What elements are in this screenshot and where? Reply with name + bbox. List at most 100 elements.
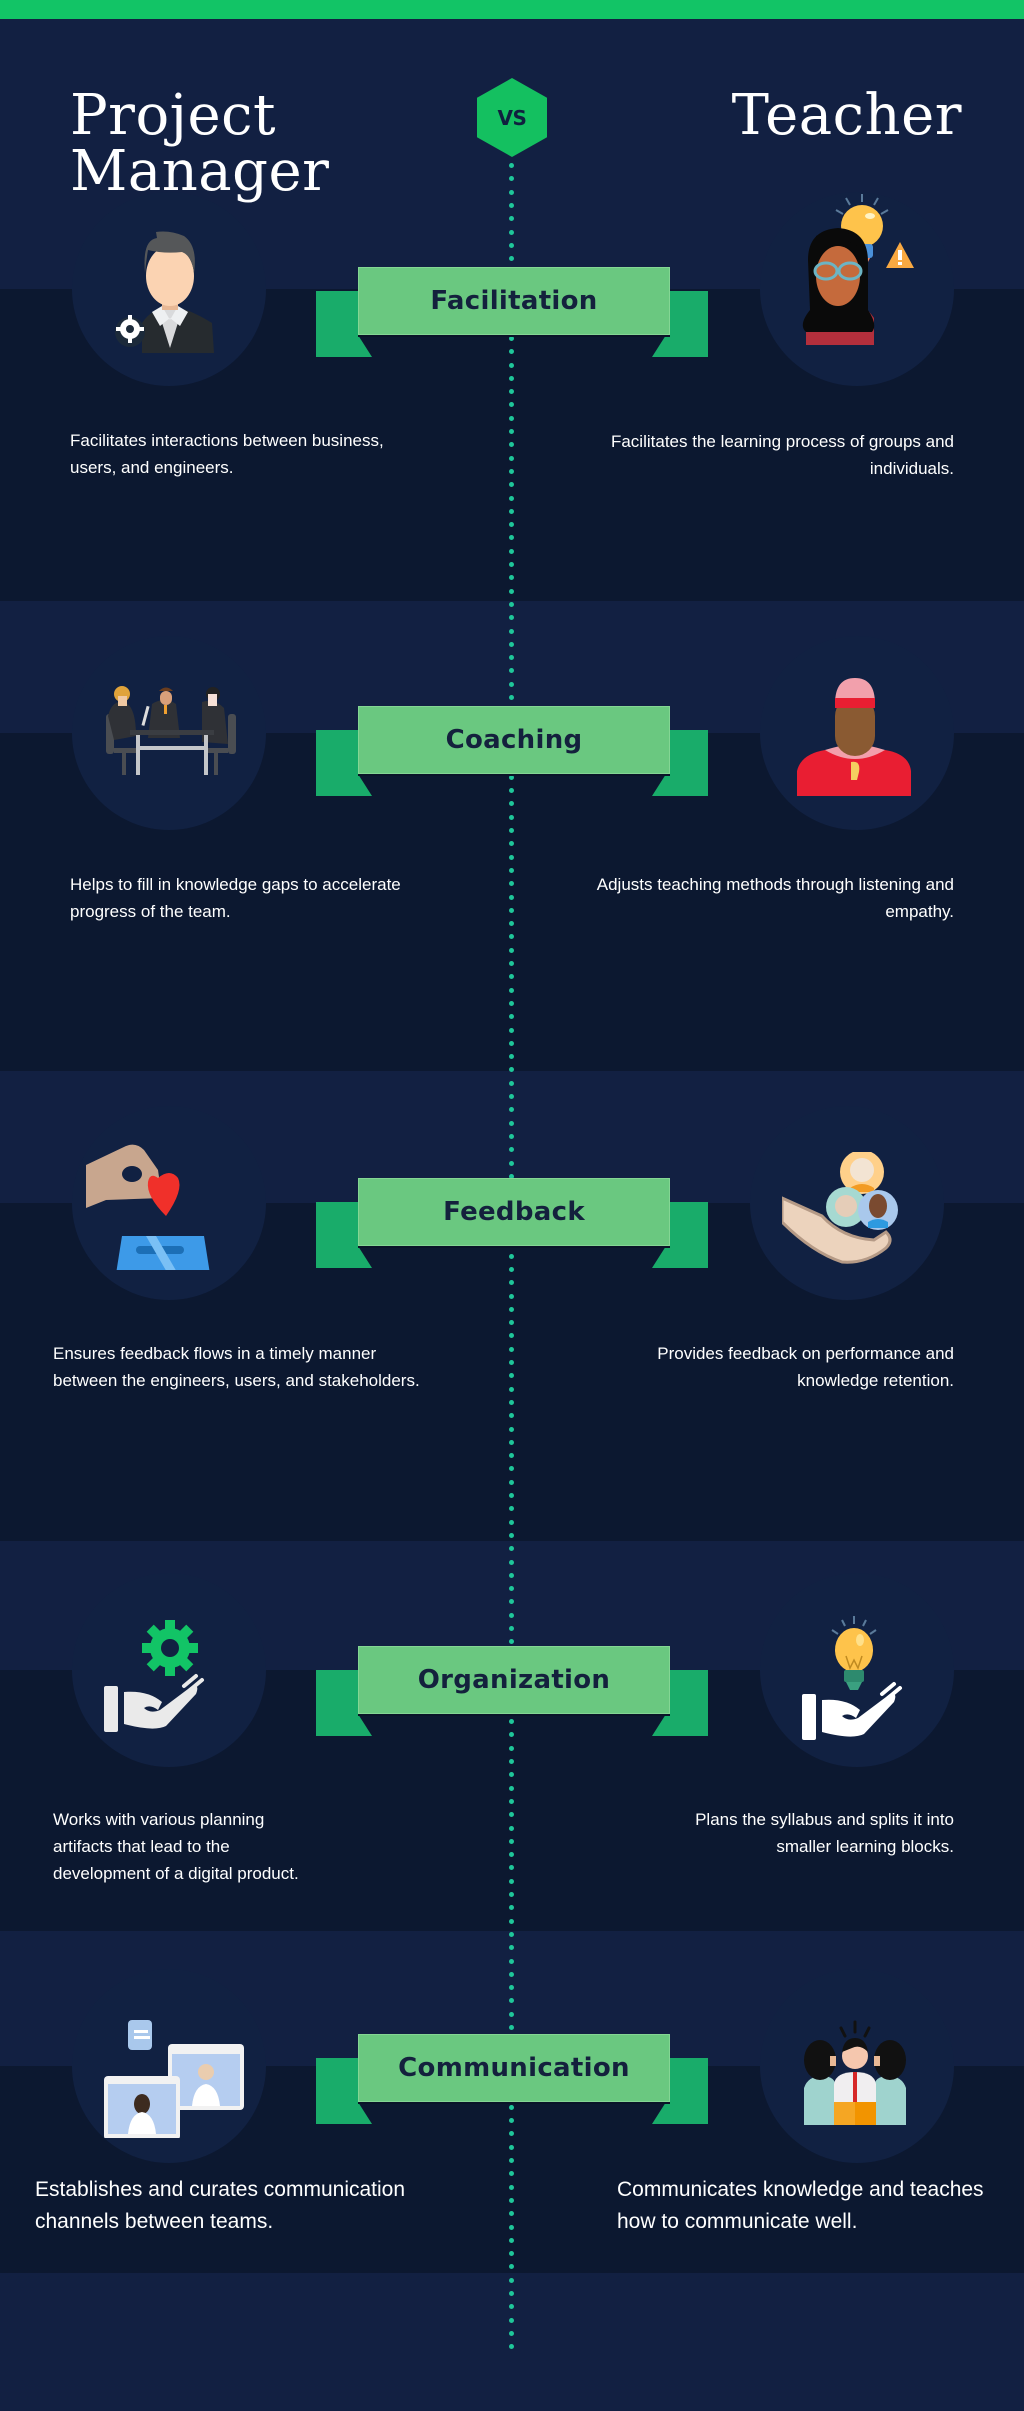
right-description: Plans the syllabus and splits it into sm… [695,1810,954,1856]
banner-main: Organization [358,1646,670,1714]
banner-main: Feedback [358,1178,670,1246]
heart-ballot-box-icon [86,1144,210,1270]
dot [509,1399,514,1405]
dot [509,1825,514,1831]
dot [509,1586,514,1592]
dot [509,1865,514,1871]
dot [509,2317,514,2323]
banner-organization: Organization [316,1646,708,1736]
dot [509,1027,514,1033]
dot [509,522,514,528]
dot [509,1852,514,1858]
right-description: Facilitates the learning process of grou… [610,432,954,478]
dot [509,947,514,953]
dot [509,894,514,900]
dot [509,468,514,474]
dot [509,615,514,621]
dot [509,1878,514,1884]
dot [509,867,514,873]
dot [509,628,514,634]
left-description: Helps to fill in knowledge gaps to accel… [70,875,401,921]
right-description: Communicates knowledge and teaches how t… [617,2178,984,2233]
dot [509,1293,514,1299]
dot [509,1094,514,1099]
dot [509,1000,514,1006]
dot [509,841,514,847]
dot [509,1346,514,1352]
dot [509,1798,514,1804]
banner-feedback: Feedback [316,1178,708,1268]
dot [509,1759,514,1764]
dot [509,256,514,262]
dot [509,1812,514,1818]
dot [509,202,514,208]
vs-label: VS [497,105,527,130]
dot [509,1785,514,1791]
dot [509,1426,514,1432]
dot [509,389,514,395]
dot [509,1360,514,1365]
dot [509,668,514,674]
dot [509,1572,514,1578]
dot [509,681,514,687]
section-label: Communication [398,2053,630,2083]
top-accent-bar [0,0,1024,19]
banner-main: Coaching [358,706,670,774]
left-title-line2: Manager [70,139,330,204]
dot [509,429,514,434]
dot [509,2224,514,2230]
dot [509,1040,514,1046]
dot [509,854,514,860]
dot [509,535,514,541]
dot [509,1532,514,1538]
left-title-line1: Project [70,83,277,148]
dot [509,1160,514,1166]
dot [509,1639,514,1645]
dot [509,1054,514,1060]
dot [509,1772,514,1778]
dot [509,415,514,421]
hand-gear-icon [104,1620,204,1732]
hand-lightbulb-icon [802,1616,902,1740]
dot [509,2025,514,2030]
dot [509,2330,514,2336]
dot [509,1320,514,1326]
banner-communication: Communication [316,2034,708,2124]
left-description: Ensures feedback flows in a timely manne… [53,1344,420,1390]
dot [509,1626,514,1631]
dot [509,921,514,927]
dot [509,1147,514,1153]
dot [509,216,514,222]
dot [509,229,514,235]
left-role-title: Project Manager [70,88,329,200]
dot [509,1067,514,1073]
dot [509,828,514,833]
left-description: Establishes and curates communication ch… [35,2178,406,2233]
meeting-table-icon [106,686,236,775]
dot [509,2011,514,2017]
dot [509,801,514,807]
right-role-title: Teacher [731,83,962,148]
dot [509,1479,514,1485]
dot [509,1280,514,1286]
dot [509,1519,514,1525]
dot [509,189,514,195]
dot [509,455,514,461]
dot [509,1373,514,1379]
dot [509,588,514,594]
dot [509,1892,514,1897]
dot [509,1612,514,1618]
team-discussion-icon [804,2020,906,2125]
dot [509,163,514,168]
dot [509,2251,514,2257]
coach-with-whistle-icon [797,678,911,796]
hand-holding-people-icon [782,1152,898,1264]
dot [509,1506,514,1512]
dot [509,974,514,980]
dot [509,548,514,554]
dot [509,2277,514,2283]
banner-main: Facilitation [358,267,670,335]
dot [509,1931,514,1937]
dot [509,575,514,581]
dot [509,1918,514,1924]
